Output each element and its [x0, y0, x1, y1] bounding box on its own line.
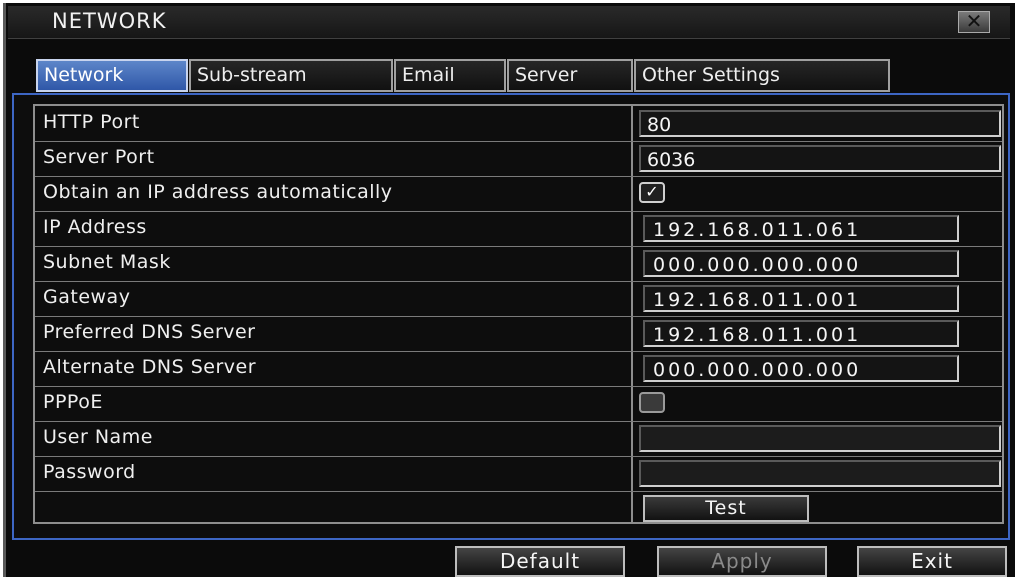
row-preferred-dns: Preferred DNS Server 192.168.011.001 [35, 316, 1002, 352]
exit-button[interactable]: Exit [857, 546, 1007, 577]
ip-address-input[interactable]: 192.168.011.061 [643, 215, 959, 242]
network-dialog: NETWORK ✕ Network Sub-stream Email Serve… [0, 0, 1015, 577]
pppoe-label: PPPoE [43, 391, 103, 413]
gateway-label: Gateway [43, 286, 131, 308]
server-port-input[interactable]: 6036 [639, 145, 1001, 172]
apply-button[interactable]: Apply [657, 546, 827, 577]
subnet-mask-label: Subnet Mask [43, 251, 171, 273]
password-label: Password [43, 461, 136, 483]
row-user-name: User Name [35, 421, 1002, 457]
user-name-input[interactable] [639, 425, 1001, 452]
password-input[interactable] [639, 460, 1001, 487]
row-password: Password [35, 456, 1002, 492]
network-settings-table: HTTP Port 80 Server Port 6036 Obtain an … [33, 104, 1004, 524]
title-bar: NETWORK [8, 6, 1010, 39]
row-gateway: Gateway 192.168.011.001 [35, 281, 1002, 317]
alternate-dns-label: Alternate DNS Server [43, 356, 257, 378]
tab-server[interactable]: Server [507, 59, 633, 92]
default-button[interactable]: Default [455, 546, 625, 577]
http-port-label: HTTP Port [43, 111, 140, 133]
tab-email[interactable]: Email [394, 59, 506, 92]
row-http-port: HTTP Port 80 [35, 106, 1002, 142]
user-name-label: User Name [43, 426, 153, 448]
tab-sub-stream[interactable]: Sub-stream [189, 59, 393, 92]
pppoe-checkbox[interactable] [639, 392, 665, 413]
row-ip-address: IP Address 192.168.011.061 [35, 211, 1002, 247]
server-port-label: Server Port [43, 146, 155, 168]
tab-network[interactable]: Network [36, 59, 188, 92]
row-pppoe: PPPoE [35, 386, 1002, 422]
ip-address-label: IP Address [43, 216, 147, 238]
row-server-port: Server Port 6036 [35, 141, 1002, 177]
test-button[interactable]: Test [643, 495, 809, 522]
gateway-input[interactable]: 192.168.011.001 [643, 285, 959, 312]
preferred-dns-input[interactable]: 192.168.011.001 [643, 320, 959, 347]
row-alternate-dns: Alternate DNS Server 000.000.000.000 [35, 351, 1002, 387]
close-icon[interactable]: ✕ [958, 11, 990, 33]
obtain-ip-checkbox[interactable]: ✓ [639, 182, 665, 203]
preferred-dns-label: Preferred DNS Server [43, 321, 256, 343]
tab-other-settings[interactable]: Other Settings [634, 59, 890, 92]
row-subnet-mask: Subnet Mask 000.000.000.000 [35, 246, 1002, 282]
window-title: NETWORK [52, 9, 167, 33]
row-obtain-ip: Obtain an IP address automatically ✓ [35, 176, 1002, 212]
obtain-ip-label: Obtain an IP address automatically [43, 181, 393, 203]
http-port-input[interactable]: 80 [639, 110, 1001, 137]
row-test: Test [35, 491, 1002, 526]
subnet-mask-input[interactable]: 000.000.000.000 [643, 250, 959, 277]
alternate-dns-input[interactable]: 000.000.000.000 [643, 355, 959, 382]
